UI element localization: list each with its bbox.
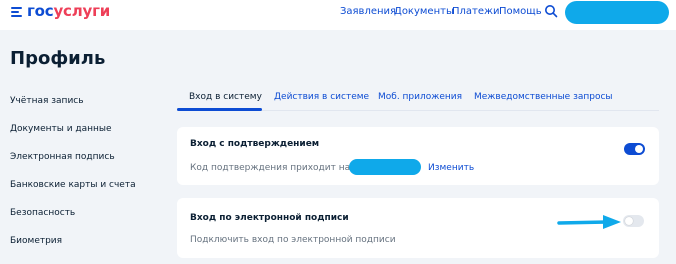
top-header: госуслуги Заявления Документы Платежи По… [0, 0, 676, 30]
sidebar-item-security[interactable]: Безопасность [10, 208, 75, 218]
page-title: Профиль [10, 48, 106, 69]
sidebar-item-account[interactable]: Учётная запись [10, 96, 84, 106]
change-phone-link[interactable]: Изменить [428, 163, 474, 173]
card-title: Вход по электронной подписи [190, 213, 349, 223]
gosuslugi-logo[interactable]: госуслуги [27, 2, 110, 20]
phone-number-redacted [349, 159, 421, 175]
toggle-knob [635, 145, 643, 153]
sidebar-item-e-signature[interactable]: Электронная подпись [10, 152, 115, 162]
menu-icon[interactable] [11, 7, 23, 17]
login-confirmation-card: Вход с подтверждением Код подтверждения … [177, 127, 659, 185]
card-subtitle: Подключить вход по электронной подписи [190, 235, 396, 245]
card-title: Вход с подтверждением [190, 139, 320, 149]
toggle-knob [625, 217, 633, 225]
login-confirmation-toggle[interactable] [624, 143, 645, 155]
nav-documents[interactable]: Документы [394, 6, 454, 17]
sidebar-item-biometrics[interactable]: Биометрия [10, 236, 62, 246]
user-profile-button[interactable] [565, 1, 669, 24]
tab-mobile-apps[interactable]: Моб. приложения [378, 92, 462, 102]
nav-payments[interactable]: Платежи [452, 6, 500, 17]
nav-applications[interactable]: Заявления [340, 6, 396, 17]
arrow-icon [557, 215, 621, 229]
e-signature-toggle[interactable] [623, 215, 644, 227]
tab-actions[interactable]: Действия в системе [274, 92, 369, 102]
tab-interagency-requests[interactable]: Межведомственные запросы [474, 92, 613, 102]
active-tab-indicator [177, 108, 262, 111]
tab-login[interactable]: Вход в систему [189, 92, 262, 102]
nav-help[interactable]: Помощь [499, 6, 542, 17]
search-icon[interactable] [544, 4, 558, 18]
sidebar-item-bank-cards[interactable]: Банковские карты и счета [10, 180, 136, 190]
sidebar-item-documents[interactable]: Документы и данные [10, 124, 112, 134]
